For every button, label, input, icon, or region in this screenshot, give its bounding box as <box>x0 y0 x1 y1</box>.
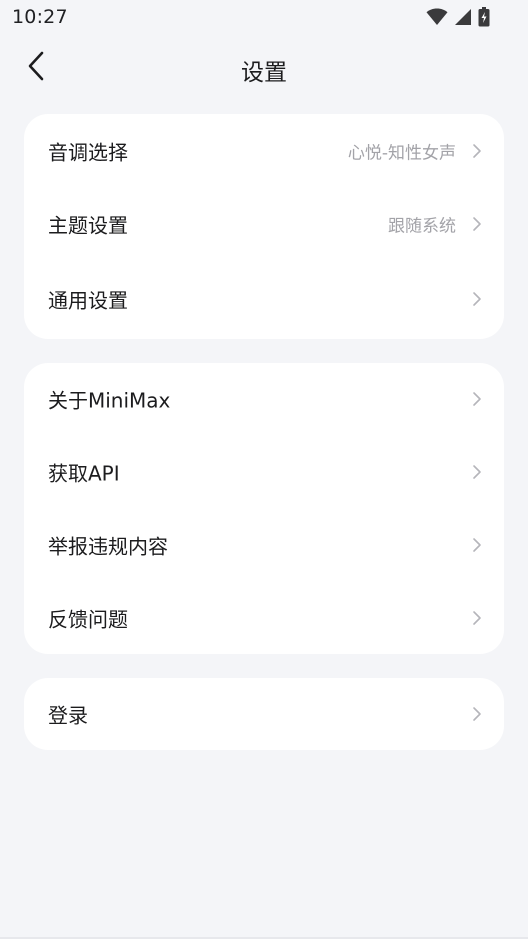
setting-row-feedback[interactable]: 反馈问题 <box>24 588 504 648</box>
chevron-right-icon <box>472 610 482 626</box>
page-title: 设置 <box>241 60 287 86</box>
cellular-signal-icon <box>454 8 472 26</box>
chevron-right-icon <box>472 537 482 553</box>
setting-row-login[interactable]: 登录 <box>24 684 504 744</box>
row-label: 获取API <box>48 461 120 486</box>
settings-card-account: 登录 <box>24 678 504 750</box>
setting-row-voice[interactable]: 音调选择 心悦-知性女声 <box>24 121 504 181</box>
row-value: 跟随系统 <box>388 216 456 237</box>
setting-row-report[interactable]: 举报违规内容 <box>24 515 504 575</box>
status-bar: 10:27 <box>0 0 528 36</box>
setting-row-get-api[interactable]: 获取API <box>24 442 504 502</box>
chevron-right-icon <box>472 143 482 159</box>
chevron-right-icon <box>472 291 482 307</box>
chevron-right-icon <box>472 464 482 480</box>
row-value: 心悦-知性女声 <box>347 143 456 164</box>
row-label: 反馈问题 <box>48 607 128 632</box>
row-label: 登录 <box>48 703 88 728</box>
status-time: 10:27 <box>12 6 68 28</box>
row-label: 关于MiniMax <box>48 388 171 413</box>
battery-charging-icon <box>478 7 490 27</box>
header: 设置 <box>0 36 528 100</box>
setting-row-about[interactable]: 关于MiniMax <box>24 369 504 429</box>
setting-row-theme[interactable]: 主题设置 跟随系统 <box>24 194 504 254</box>
row-label: 通用设置 <box>48 288 128 313</box>
status-icons <box>426 7 490 27</box>
row-label: 音调选择 <box>48 140 128 165</box>
settings-card-general: 音调选择 心悦-知性女声 主题设置 跟随系统 通用设置 <box>24 114 504 339</box>
row-label: 主题设置 <box>48 213 128 238</box>
chevron-right-icon <box>472 216 482 232</box>
wifi-icon <box>426 8 448 26</box>
chevron-right-icon <box>472 706 482 722</box>
settings-card-about: 关于MiniMax 获取API 举报违规内容 反馈问题 <box>24 363 504 654</box>
setting-row-general[interactable]: 通用设置 <box>24 269 504 329</box>
chevron-right-icon <box>472 391 482 407</box>
row-label: 举报违规内容 <box>48 534 168 559</box>
